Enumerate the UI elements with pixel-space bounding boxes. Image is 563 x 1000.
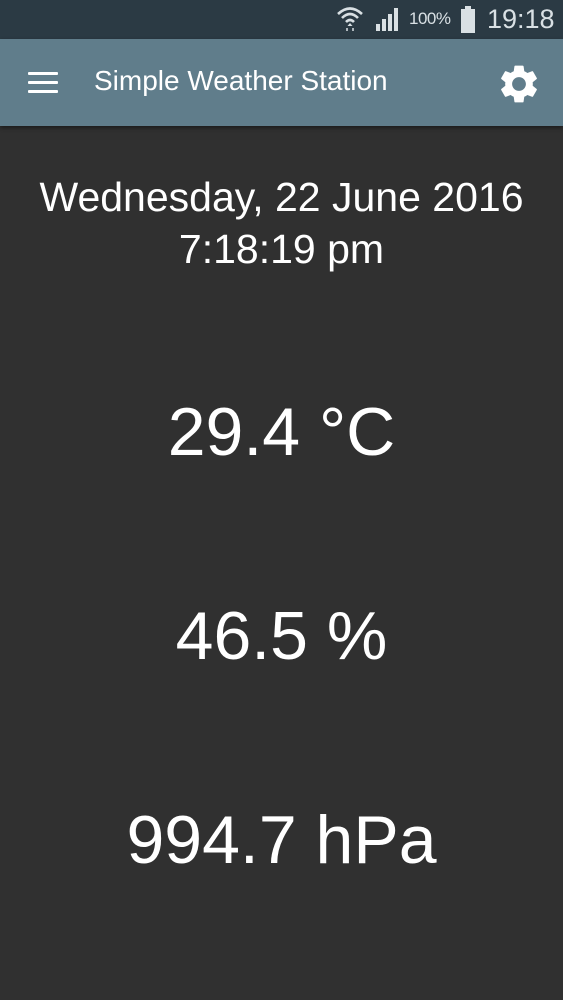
status-bar: 100% 19:18: [0, 0, 563, 39]
wifi-icon: [337, 7, 363, 31]
date-display: Wednesday, 22 June 2016: [39, 174, 524, 220]
humidity-reading: 46.5 %: [175, 598, 388, 674]
menu-button[interactable]: [22, 63, 64, 103]
pressure-reading: 994.7 hPa: [126, 802, 437, 878]
temperature-reading: 29.4 °C: [167, 394, 396, 470]
app-screen: 100% 19:18 Simple Weather Station Wednes…: [0, 0, 563, 1000]
time-display: 7:18:19 pm: [178, 226, 385, 272]
signal-icon: [376, 8, 398, 31]
status-clock: 19:18: [487, 4, 555, 34]
settings-button[interactable]: [494, 61, 544, 107]
app-title: Simple Weather Station: [94, 65, 388, 96]
app-bar: Simple Weather Station: [0, 39, 563, 126]
battery-icon: [461, 6, 475, 33]
gear-icon: [501, 65, 537, 103]
battery-percent: 100%: [409, 9, 451, 28]
